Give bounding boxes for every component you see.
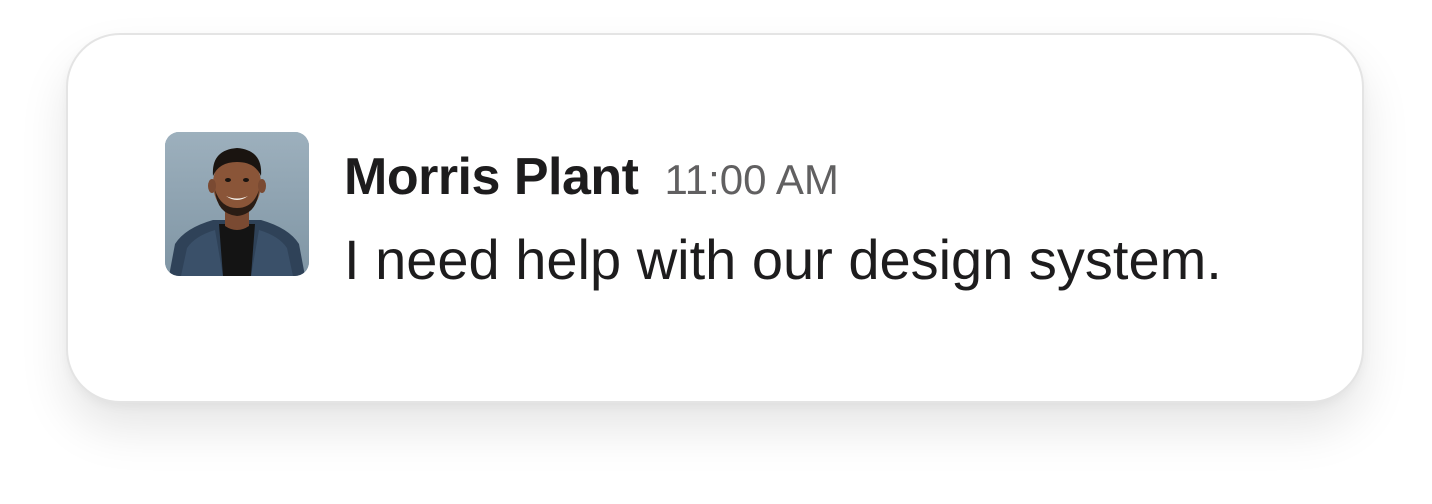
message-body: Morris Plant 11:00 AM I need help with o… <box>344 147 1222 292</box>
avatar-photo <box>165 132 309 276</box>
avatar[interactable] <box>165 132 309 276</box>
sender-name[interactable]: Morris Plant <box>344 147 639 207</box>
stage: Morris Plant 11:00 AM I need help with o… <box>0 0 1432 504</box>
message-card: Morris Plant 11:00 AM I need help with o… <box>66 33 1364 403</box>
message-meta: Morris Plant 11:00 AM <box>344 147 1222 207</box>
message-text: I need help with our design system. <box>344 228 1222 291</box>
message-timestamp[interactable]: 11:00 AM <box>665 156 839 204</box>
